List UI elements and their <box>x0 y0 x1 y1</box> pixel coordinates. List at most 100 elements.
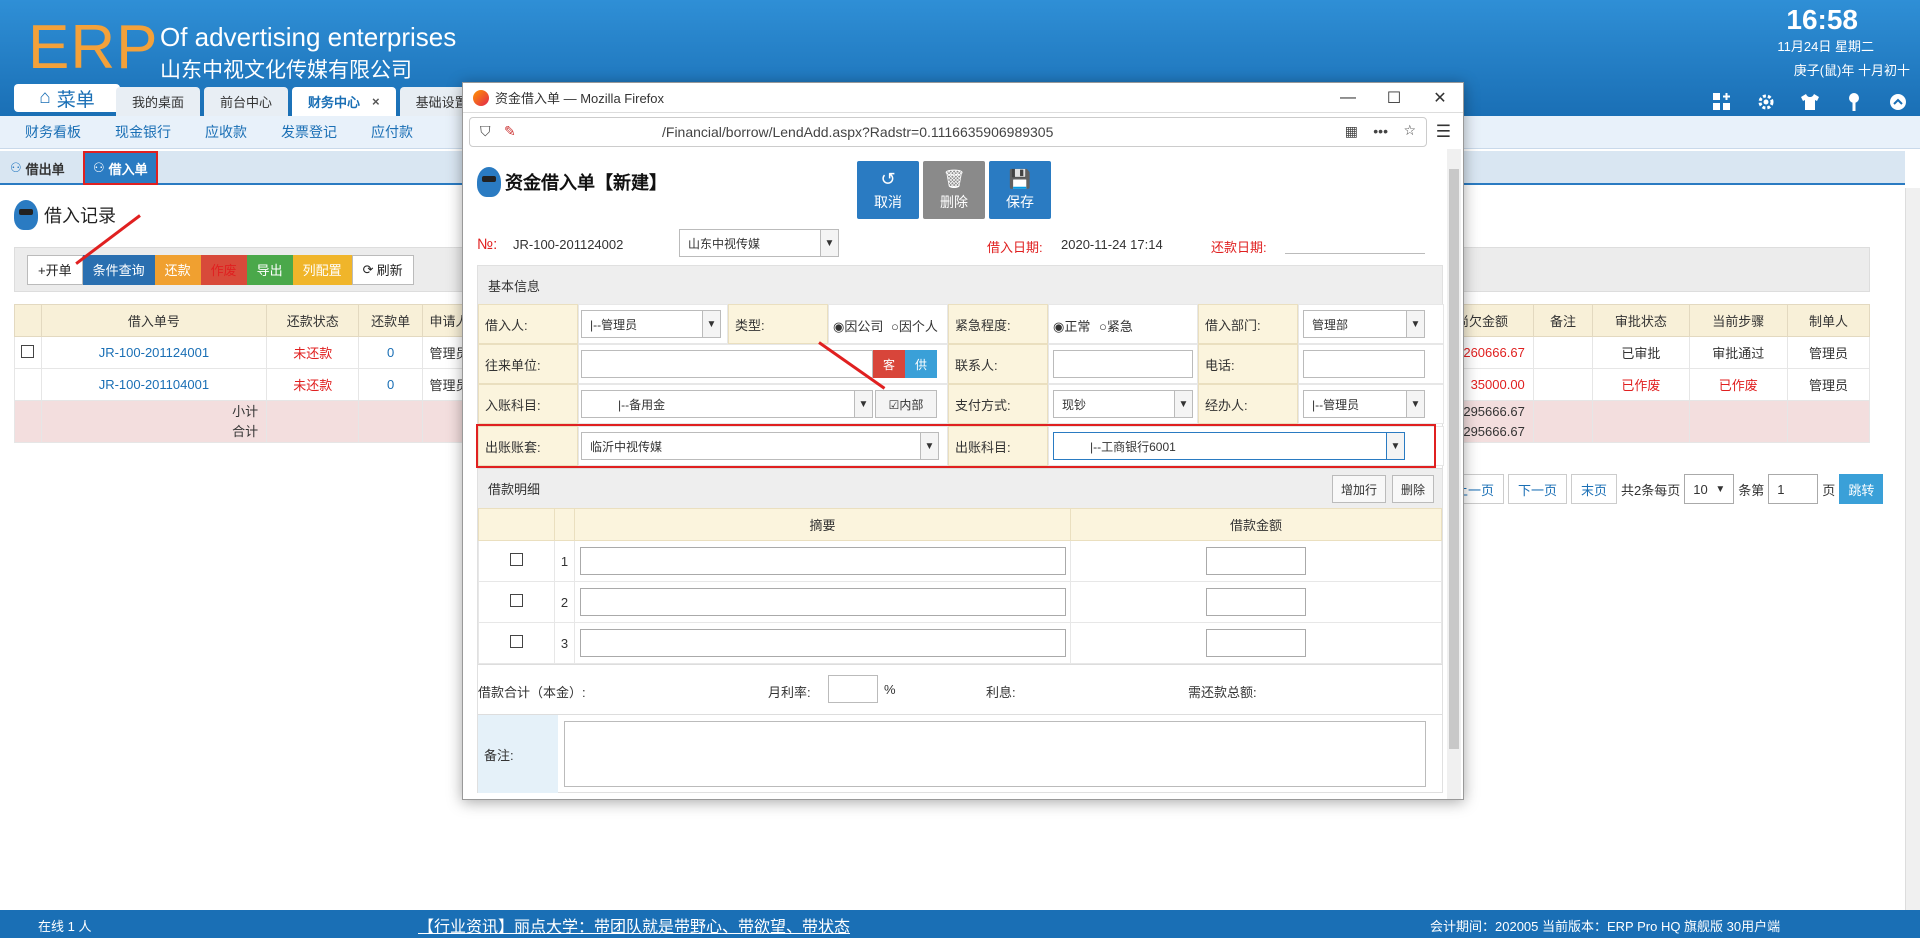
rate-label: 月利率: <box>768 685 811 700</box>
menu-label: 菜单 <box>56 89 95 111</box>
repay-button[interactable]: 还款 <box>154 254 201 285</box>
dept-select[interactable]: 管理部 ▼ <box>1303 310 1425 338</box>
amount-input[interactable] <box>1206 629 1306 657</box>
row-checkbox[interactable] <box>510 635 523 648</box>
partner-label: 往来单位: <box>478 344 578 384</box>
subnav-item[interactable]: 应付款 <box>354 116 430 148</box>
detail-header: 借款明细 增加行 删除 <box>478 468 1442 508</box>
delete-button[interactable]: 🗑 删除 <box>923 161 985 219</box>
close-icon[interactable]: ✕ <box>1417 83 1463 113</box>
shield-icon[interactable]: ⛉ <box>480 123 491 140</box>
borrower-select[interactable]: |--管理员 ▼ <box>581 310 721 338</box>
summary-input[interactable] <box>579 588 1066 616</box>
page-scrollbar[interactable] <box>1905 188 1920 910</box>
contact-input[interactable] <box>1053 350 1193 378</box>
page-size-select[interactable]: 10 ▼ <box>1684 474 1735 504</box>
type-personal-radio[interactable]: ○因个人 <box>891 316 938 335</box>
amount-input[interactable] <box>1206 547 1306 575</box>
online-count: 在线 1 人 <box>38 919 92 934</box>
interest-label: 利息: <box>986 685 1016 700</box>
customer-button[interactable]: 客 <box>873 350 905 378</box>
cancel-button[interactable]: ↺ 取消 <box>857 161 919 219</box>
delete-row-button[interactable]: 删除 <box>1391 475 1434 503</box>
summary-input[interactable] <box>579 629 1066 657</box>
lunar-date-text: 庚子(鼠)年 十月初十 <box>1793 63 1910 78</box>
borrower-label: 借入人: <box>478 304 578 344</box>
phone-input[interactable] <box>1303 350 1425 378</box>
tab-lend-out[interactable]: ⚇ 借出单 <box>2 151 73 185</box>
close-icon[interactable]: × <box>372 94 380 109</box>
pay-method-select[interactable]: 现钞 ▼ <box>1053 390 1193 418</box>
urgency-urgent-radio[interactable]: ○紧急 <box>1099 316 1133 335</box>
page-number-input[interactable]: 1 <box>1768 474 1819 504</box>
tab-front[interactable]: 前台中心 <box>204 87 289 116</box>
more-icon[interactable]: ••• <box>1373 123 1388 139</box>
borrow-date-value[interactable]: 2020-11-24 17:14 <box>1061 237 1163 252</box>
tab-borrow-in[interactable]: ⚇ 借入单 <box>83 151 158 185</box>
permissions-icon[interactable]: ✎ <box>504 123 516 140</box>
pager-info: 共2条每页 <box>1621 482 1681 498</box>
row-checkbox[interactable] <box>510 553 523 566</box>
rate-input[interactable] <box>828 675 878 703</box>
jump-button[interactable]: 跳转 <box>1839 474 1884 504</box>
shirt-icon[interactable] <box>1798 90 1822 114</box>
type-company-radio[interactable]: ◉因公司 <box>833 316 883 335</box>
brand-english: Of advertising enterprises <box>160 22 457 52</box>
row-checkbox[interactable] <box>510 594 523 607</box>
internal-checkbox[interactable]: ☑内部 <box>875 390 937 418</box>
new-order-button[interactable]: +开单 <box>27 254 83 285</box>
handler-select[interactable]: |--管理员 ▼ <box>1303 390 1425 418</box>
header-icons <box>1710 90 1910 114</box>
scroll-thumb[interactable] <box>1449 169 1459 749</box>
void-button[interactable]: 作废 <box>200 254 247 285</box>
refresh-icon: ⟳ <box>362 261 374 277</box>
last-page-button[interactable]: 末页 <box>1571 474 1618 504</box>
minimize-icon[interactable]: — <box>1325 83 1371 113</box>
maximize-icon[interactable]: ☐ <box>1371 83 1417 113</box>
column-config-button[interactable]: 列配置 <box>292 254 352 285</box>
repay-date-label: 还款日期: <box>1211 240 1267 255</box>
amount-input[interactable] <box>1206 588 1306 616</box>
chevron-down-icon: ▼ <box>1174 391 1192 417</box>
qr-icon[interactable]: ▦ <box>1345 123 1358 140</box>
export-button[interactable]: 导出 <box>246 254 293 285</box>
row-checkbox[interactable] <box>21 344 35 358</box>
menu-button[interactable]: ⌂ 菜单 <box>14 84 120 112</box>
subnav-item[interactable]: 财务看板 <box>8 116 98 148</box>
repay-date-field[interactable] <box>1285 253 1425 254</box>
pager: 上一页 下一页 末页 共2条每页 10 ▼ 条第 1 页 跳转 <box>1445 474 1884 504</box>
next-page-button[interactable]: 下一页 <box>1508 474 1568 504</box>
hamburger-icon[interactable]: ☰ <box>1436 122 1451 142</box>
save-button[interactable]: 💾 保存 <box>989 161 1051 219</box>
subnav-item[interactable]: 发票登记 <box>264 116 354 148</box>
type-label: 类型: <box>728 304 828 344</box>
popup-scrollbar[interactable] <box>1447 149 1461 799</box>
collapse-icon[interactable] <box>1886 90 1910 114</box>
subnav-item[interactable]: 应收款 <box>188 116 264 148</box>
partner-input[interactable] <box>581 350 873 378</box>
note-textarea[interactable] <box>564 721 1426 787</box>
star-icon[interactable]: ☆ <box>1403 122 1416 139</box>
url-text[interactable]: /Financial/borrow/LendAdd.aspx?Radstr=0.… <box>662 124 1053 140</box>
gear-icon[interactable] <box>1754 90 1778 114</box>
supplier-button[interactable]: 供 <box>905 350 937 378</box>
news-link[interactable]: 【行业资讯】丽点大学：带团队就是带野心、带欲望、带状态 <box>418 913 850 937</box>
mascot-icon <box>14 200 38 230</box>
company-select[interactable]: 山东中视传媒 ▼ <box>679 229 839 257</box>
form-meta-row: №: JR-100-201124002 山东中视传媒 ▼ 借入日期: 2020-… <box>477 229 1443 259</box>
tab-finance[interactable]: 财务中心 × <box>292 87 396 116</box>
refresh-button[interactable]: ⟳ 刷新 <box>351 254 414 285</box>
chevron-down-icon: ▼ <box>1406 391 1424 417</box>
address-bar[interactable]: ⛉ ✎ /Financial/borrow/LendAdd.aspx?Radst… <box>469 117 1427 147</box>
add-widget-icon[interactable] <box>1710 90 1734 114</box>
summary-input[interactable] <box>579 547 1066 575</box>
tab-desktop[interactable]: 我的桌面 <box>116 87 201 116</box>
user-icon: ⚇ <box>93 160 105 175</box>
key-icon[interactable] <box>1842 90 1866 114</box>
add-row-button[interactable]: 增加行 <box>1331 475 1386 503</box>
in-subject-select[interactable]: |--备用金 ▼ <box>581 390 873 418</box>
urgency-normal-radio[interactable]: ◉正常 <box>1053 316 1090 335</box>
note-label: 备注: <box>478 715 558 793</box>
query-button[interactable]: 条件查询 <box>82 254 155 285</box>
subnav-item[interactable]: 现金银行 <box>98 116 188 148</box>
